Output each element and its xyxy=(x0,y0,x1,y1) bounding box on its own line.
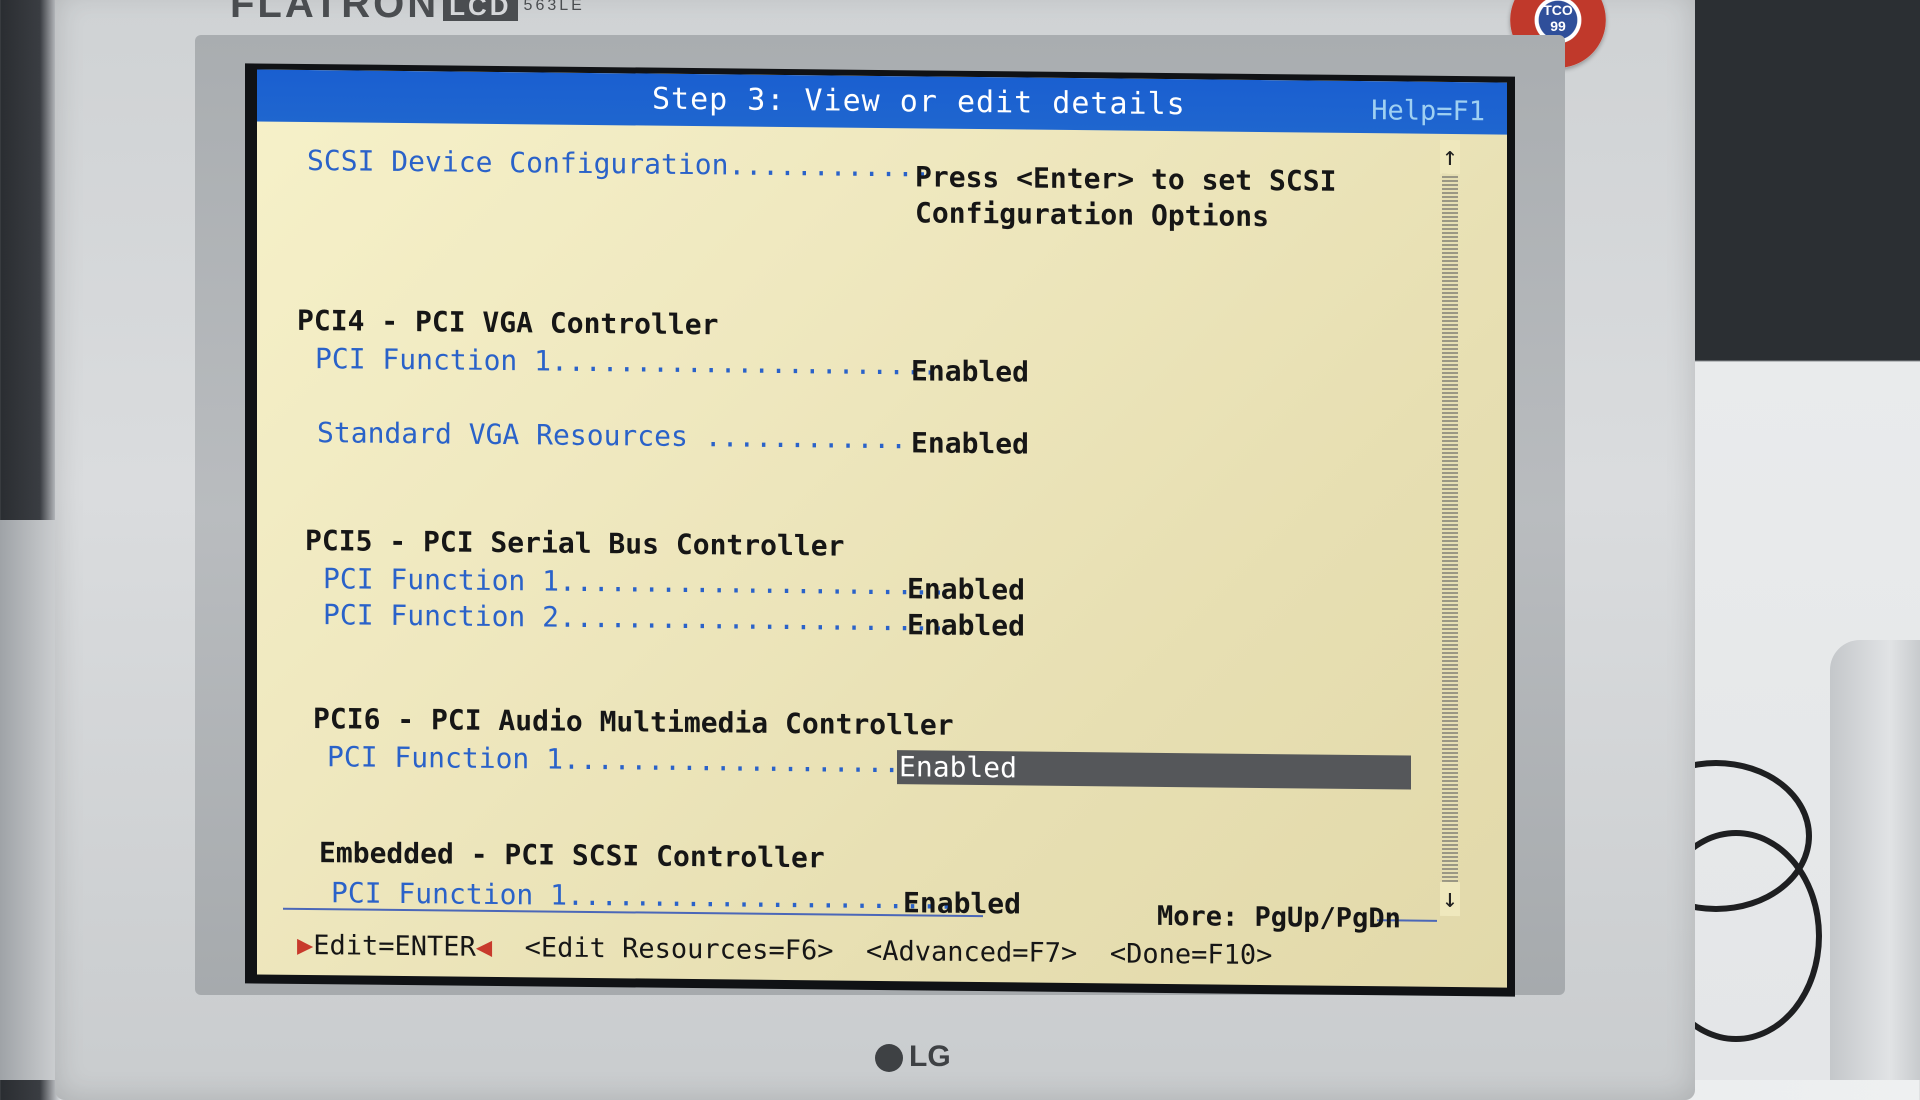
key-legend: ▶Edit=ENTER◀ <Edit Resources=F6> <Advanc… xyxy=(297,930,1272,971)
monitor-brand: FLATRON LCD 563LE xyxy=(230,0,585,27)
edit-marker-right-icon: ◀ xyxy=(475,931,493,963)
right-speaker xyxy=(1830,640,1920,1080)
footer-divider xyxy=(283,907,983,918)
edit-resources-key[interactable]: <Edit Resources=F6> xyxy=(525,932,834,966)
page-title: Step 3: View or edit details xyxy=(652,81,1186,123)
more-pages-hint: More: PgUp/PgDn xyxy=(1157,900,1401,935)
screen: Step 3: View or edit details Help=F1 SCS… xyxy=(245,63,1515,997)
done-key[interactable]: <Done=F10> xyxy=(1110,938,1273,971)
advanced-key[interactable]: <Advanced=F7> xyxy=(866,936,1077,969)
lg-logo: LG xyxy=(875,1040,951,1074)
bios-display: Step 3: View or edit details Help=F1 SCS… xyxy=(257,69,1507,988)
help-hint[interactable]: Help=F1 xyxy=(1371,85,1485,138)
footer-area: More: PgUp/PgDn ▶Edit=ENTER◀ <Edit Resou… xyxy=(257,121,1507,987)
edit-marker-left-icon: ▶ xyxy=(297,929,314,962)
lg-circle-icon xyxy=(875,1044,903,1073)
edit-enter-key[interactable]: Edit=ENTER xyxy=(313,930,476,963)
